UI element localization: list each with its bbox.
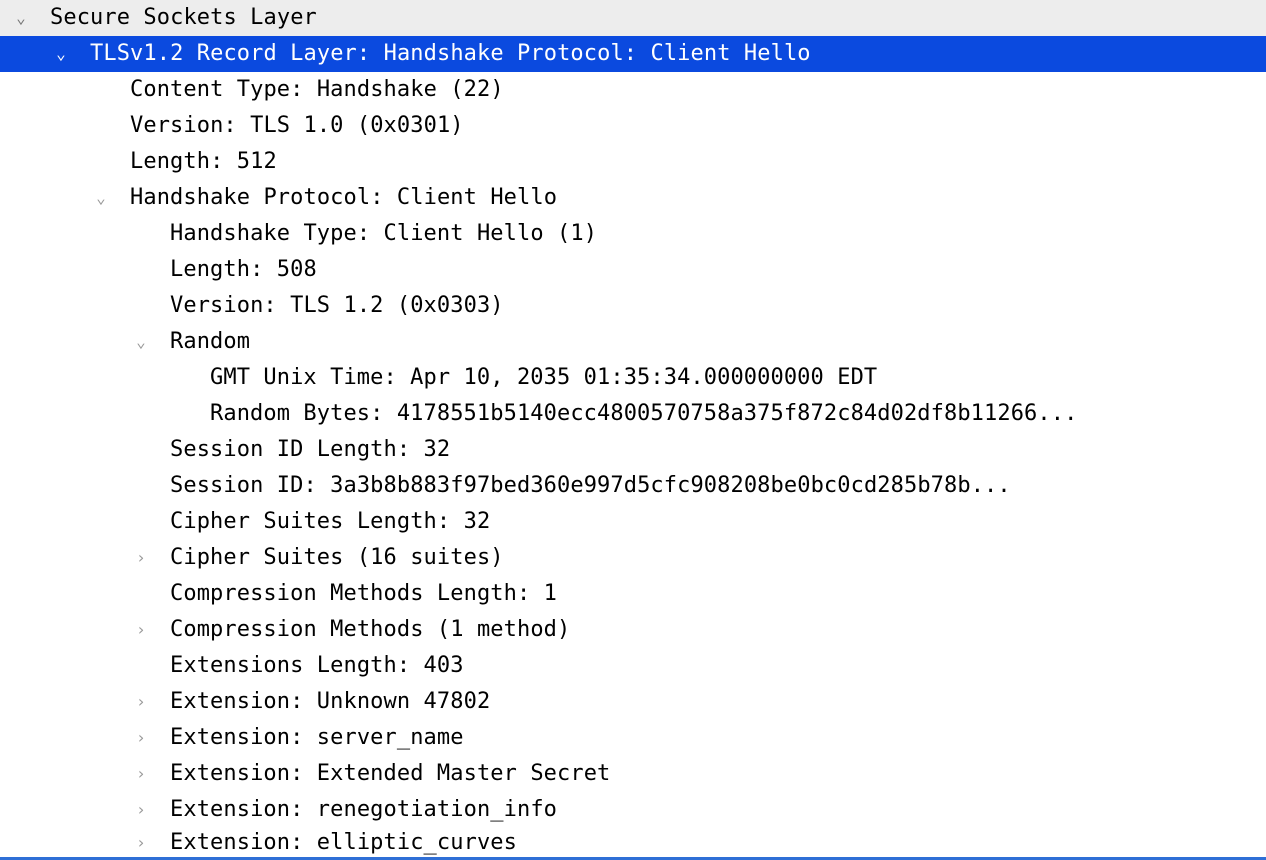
tree-row-session-id[interactable]: Session ID: 3a3b8b883f97bed360e997d5cfc9…	[0, 468, 1266, 504]
field-gmt-time: GMT Unix Time: Apr 10, 2035 01:35:34.000…	[210, 360, 877, 396]
label-compression-methods: Compression Methods (1 method)	[170, 612, 570, 648]
label-extension-unknown: Extension: Unknown 47802	[170, 684, 490, 720]
chevron-down-icon[interactable]: ⌄	[54, 36, 68, 72]
tree-row-random[interactable]: ⌄ Random	[0, 324, 1266, 360]
chevron-right-icon[interactable]: ›	[134, 540, 148, 576]
tree-row-handshake-type[interactable]: Handshake Type: Client Hello (1)	[0, 216, 1266, 252]
label-cipher-suites: Cipher Suites (16 suites)	[170, 540, 504, 576]
chevron-right-icon[interactable]: ›	[134, 720, 148, 756]
chevron-right-icon[interactable]: ›	[134, 756, 148, 792]
tree-row-compression-length[interactable]: Compression Methods Length: 1	[0, 576, 1266, 612]
chevron-right-icon[interactable]: ›	[134, 792, 148, 828]
tree-row-cipher-suites-length[interactable]: Cipher Suites Length: 32	[0, 504, 1266, 540]
label-record-layer: TLSv1.2 Record Layer: Handshake Protocol…	[90, 36, 811, 72]
field-compression-length: Compression Methods Length: 1	[170, 576, 557, 612]
label-random: Random	[170, 324, 250, 360]
field-cipher-suites-length: Cipher Suites Length: 32	[170, 504, 490, 540]
tree-row-extension-elliptic-curves[interactable]: › Extension: elliptic_curves	[0, 828, 1266, 858]
label-extension-elliptic-curves: Extension: elliptic_curves	[170, 828, 517, 858]
tree-row-extensions-length[interactable]: Extensions Length: 403	[0, 648, 1266, 684]
label-ssl: Secure Sockets Layer	[50, 0, 317, 36]
label-handshake-protocol: Handshake Protocol: Client Hello	[130, 180, 557, 216]
tree-row-handshake-protocol[interactable]: ⌄ Handshake Protocol: Client Hello	[0, 180, 1266, 216]
field-handshake-length: Length: 508	[170, 252, 317, 288]
tree-row-extension-reneg[interactable]: › Extension: renegotiation_info	[0, 792, 1266, 828]
tree-row-random-bytes[interactable]: Random Bytes: 4178551b5140ecc4800570758a…	[0, 396, 1266, 432]
label-extension-server-name: Extension: server_name	[170, 720, 464, 756]
tree-row-record-length[interactable]: Length: 512	[0, 144, 1266, 180]
chevron-right-icon[interactable]: ›	[134, 828, 148, 858]
field-extensions-length: Extensions Length: 403	[170, 648, 464, 684]
field-record-version: Version: TLS 1.0 (0x0301)	[130, 108, 464, 144]
chevron-right-icon[interactable]: ›	[134, 684, 148, 720]
tree-row-handshake-length[interactable]: Length: 508	[0, 252, 1266, 288]
field-session-id: Session ID: 3a3b8b883f97bed360e997d5cfc9…	[170, 468, 1011, 504]
tree-row-extension-server-name[interactable]: › Extension: server_name	[0, 720, 1266, 756]
field-random-bytes: Random Bytes: 4178551b5140ecc4800570758a…	[210, 396, 1077, 432]
tree-row-ssl[interactable]: ⌄ Secure Sockets Layer	[0, 0, 1266, 36]
tree-row-extension-ems[interactable]: › Extension: Extended Master Secret	[0, 756, 1266, 792]
tree-row-record-version[interactable]: Version: TLS 1.0 (0x0301)	[0, 108, 1266, 144]
label-extension-reneg: Extension: renegotiation_info	[170, 792, 557, 828]
chevron-down-icon[interactable]: ⌄	[134, 324, 148, 360]
tree-row-compression-methods[interactable]: › Compression Methods (1 method)	[0, 612, 1266, 648]
field-content-type: Content Type: Handshake (22)	[130, 72, 504, 108]
chevron-right-icon[interactable]: ›	[134, 612, 148, 648]
tree-row-gmt-time[interactable]: GMT Unix Time: Apr 10, 2035 01:35:34.000…	[0, 360, 1266, 396]
tree-row-record-layer[interactable]: ⌄ TLSv1.2 Record Layer: Handshake Protoc…	[0, 36, 1266, 72]
chevron-down-icon[interactable]: ⌄	[94, 180, 108, 216]
field-session-id-length: Session ID Length: 32	[170, 432, 450, 468]
field-handshake-type: Handshake Type: Client Hello (1)	[170, 216, 597, 252]
field-record-length: Length: 512	[130, 144, 277, 180]
tree-row-session-id-length[interactable]: Session ID Length: 32	[0, 432, 1266, 468]
tree-row-cipher-suites[interactable]: › Cipher Suites (16 suites)	[0, 540, 1266, 576]
field-handshake-version: Version: TLS 1.2 (0x0303)	[170, 288, 504, 324]
tree-row-extension-unknown[interactable]: › Extension: Unknown 47802	[0, 684, 1266, 720]
label-extension-ems: Extension: Extended Master Secret	[170, 756, 610, 792]
tree-row-handshake-version[interactable]: Version: TLS 1.2 (0x0303)	[0, 288, 1266, 324]
tree-row-content-type[interactable]: Content Type: Handshake (22)	[0, 72, 1266, 108]
chevron-down-icon[interactable]: ⌄	[14, 0, 28, 36]
